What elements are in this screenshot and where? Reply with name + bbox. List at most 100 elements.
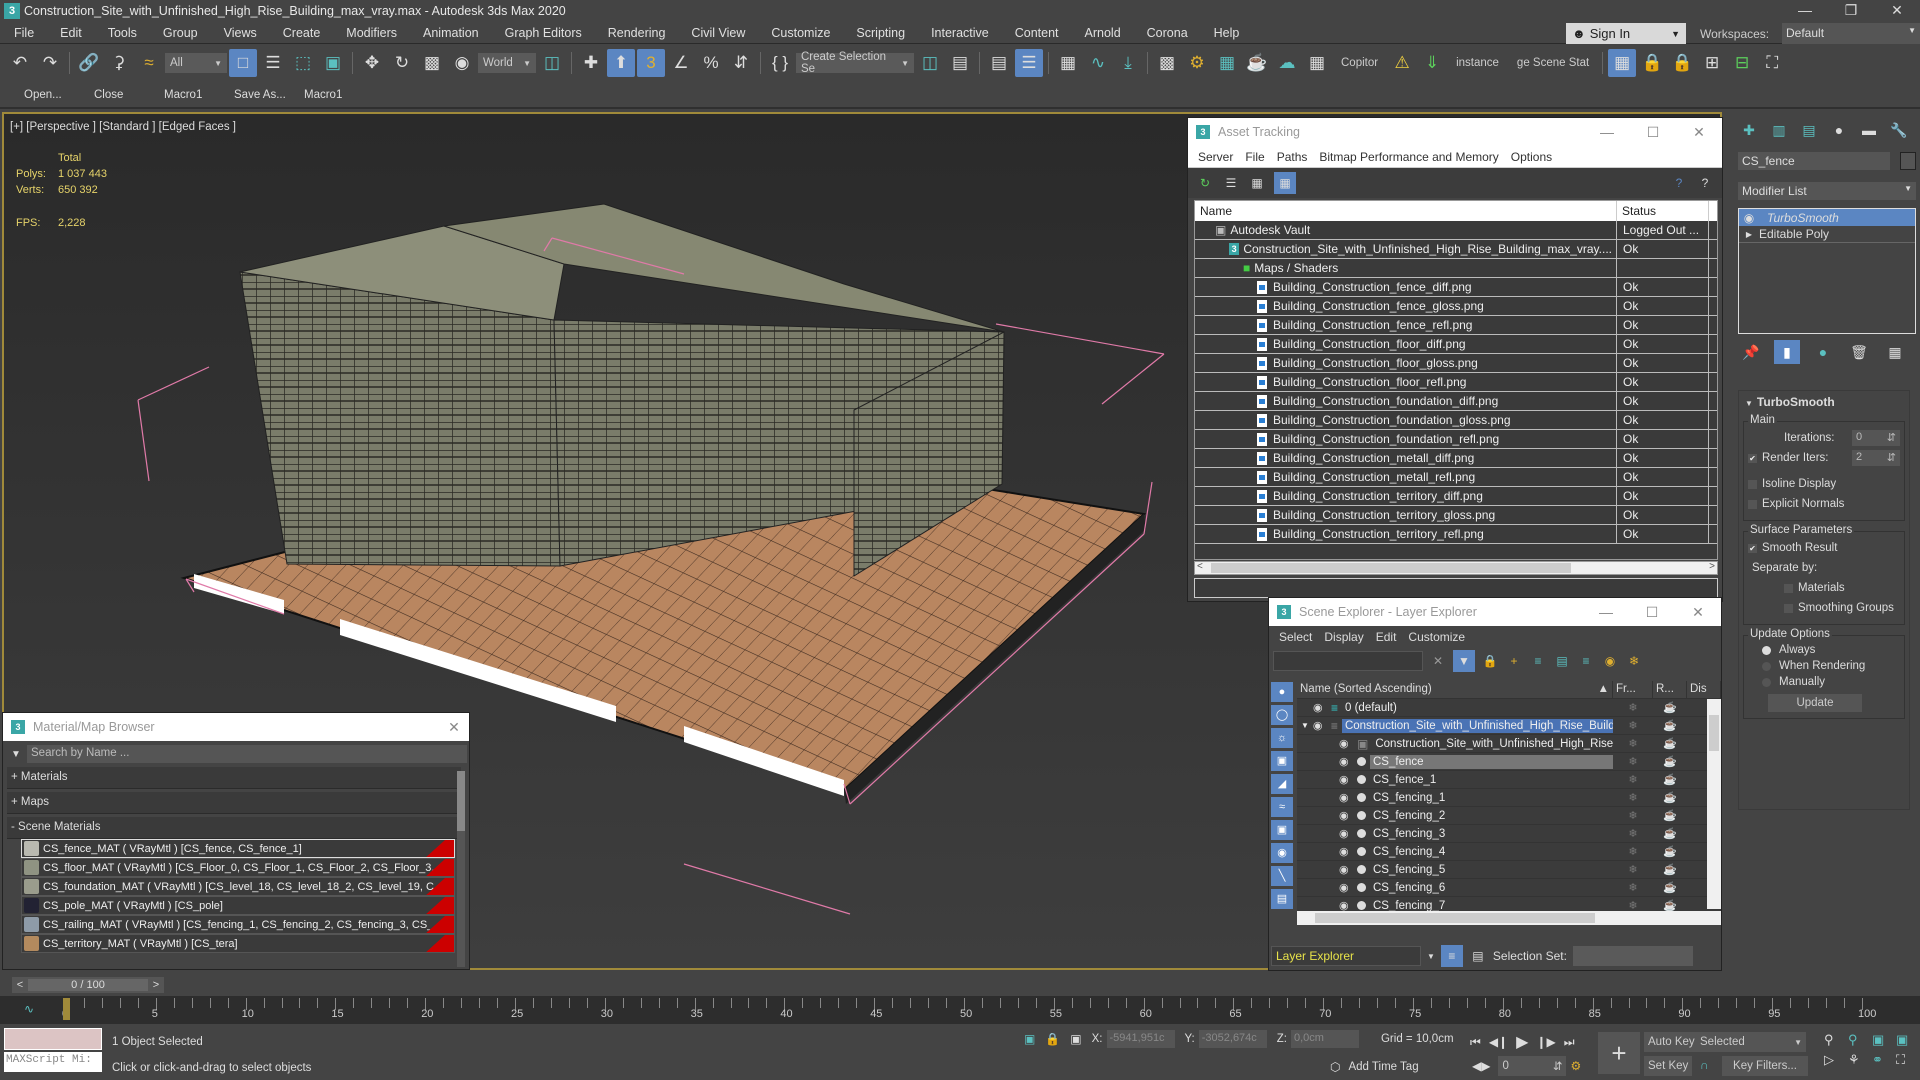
search-options-icon[interactable]: ▼	[5, 749, 27, 760]
workspace-select[interactable]: Default ▼	[1782, 23, 1920, 44]
current-frame-spinner[interactable]: 0 ⇵	[1498, 1056, 1567, 1076]
walk-through-icon[interactable]: ⚘	[1848, 1052, 1870, 1068]
visibility-eye-icon[interactable]: ◉	[1339, 755, 1353, 768]
toggle-ribbon-icon[interactable]: ▦	[1054, 49, 1082, 77]
macro-button[interactable]: Open...	[24, 89, 94, 101]
layer-explorer-icon[interactable]: ☰	[1015, 49, 1043, 77]
link-icon[interactable]: 🔗	[75, 49, 103, 77]
scene-tree-row[interactable]: ◉ CS_fencing_2 ❄ ☕	[1297, 807, 1721, 825]
material-item[interactable]: CS_territory_MAT ( VRayMtl ) [CS_tera]	[21, 934, 455, 953]
menu-corona[interactable]: Corona	[1133, 26, 1200, 40]
material-item[interactable]: CS_pole_MAT ( VRayMtl ) [CS_pole]	[21, 896, 455, 915]
scene-menu-select[interactable]: Select	[1273, 630, 1318, 644]
when-rendering-radio[interactable]	[1762, 661, 1771, 671]
display-bones-icon[interactable]: ╲	[1271, 866, 1293, 886]
material-editor-icon[interactable]: ▩	[1153, 49, 1181, 77]
column-name[interactable]: Name (Sorted Ascending) ▲	[1297, 681, 1613, 698]
visibility-eye-icon[interactable]: ◉	[1339, 809, 1353, 822]
modifier-list-select[interactable]: Modifier List ▼	[1738, 182, 1916, 200]
isoline-display-checkbox[interactable]	[1748, 479, 1757, 489]
visibility-eye-icon[interactable]: ◉	[1339, 737, 1353, 750]
asset-row[interactable]: Building_Construction_floor_diff.png Ok	[1195, 335, 1717, 354]
angle-snap-icon[interactable]: ∠	[667, 49, 695, 77]
scene-tree-row[interactable]: ▼ ◉ ≡ Construction_Site_with_Unfinished_Hig…	[1297, 717, 1721, 735]
hide-layer-icon[interactable]: ◉	[1601, 652, 1619, 670]
remove-modifier-icon[interactable]: 🗑	[1846, 340, 1872, 364]
previous-frame-icon[interactable]: <	[12, 979, 28, 991]
close-icon[interactable]: ✕	[439, 719, 469, 736]
redo-icon[interactable]: ↷	[36, 49, 64, 77]
zoom-extents-icon[interactable]: ▣	[1872, 1032, 1894, 1048]
scene-tree-horizontal-scrollbar[interactable]	[1297, 911, 1721, 925]
scene-tree-row[interactable]: ◉ ≡ 0 (default) ❄ ☕	[1297, 699, 1721, 717]
named-selection-select[interactable]: Create Selection Se ▼	[796, 51, 914, 75]
next-frame-icon[interactable]: >	[148, 979, 164, 991]
edit-named-selection-icon[interactable]: { }	[766, 49, 794, 77]
go-to-start-icon[interactable]: ⏮	[1466, 1035, 1485, 1050]
manually-radio[interactable]	[1762, 677, 1771, 687]
update-button[interactable]: Update	[1768, 694, 1862, 712]
list-view-icon[interactable]: ☰	[1222, 174, 1240, 192]
rotate-icon[interactable]: ↻	[388, 49, 416, 77]
z-coordinate-field[interactable]: 0,0cm	[1290, 1030, 1359, 1048]
asset-row[interactable]: ■ Maps / Shaders	[1195, 259, 1717, 278]
asset-menu-bitmap-performance-and-memory[interactable]: Bitmap Performance and Memory	[1313, 150, 1504, 164]
menu-content[interactable]: Content	[1001, 26, 1071, 40]
freeze-toggle-icon[interactable]: ❄	[1613, 845, 1653, 858]
material-browser-scrollbar[interactable]	[457, 771, 465, 967]
explicit-normals-checkbox[interactable]	[1748, 499, 1757, 509]
renderable-teapot-icon[interactable]: ☕	[1653, 773, 1687, 786]
spinner-snap-icon[interactable]: ⇵	[727, 49, 755, 77]
material-section-header[interactable]: - Scene Materials	[7, 817, 461, 839]
asset-row[interactable]: Building_Construction_fence_refl.png Ok	[1195, 316, 1717, 335]
menu-rendering[interactable]: Rendering	[594, 26, 678, 40]
mirror-icon[interactable]: ◫	[916, 49, 944, 77]
placement-icon[interactable]: ◉	[448, 49, 476, 77]
display-containers-icon[interactable]: ▤	[1271, 889, 1293, 909]
menu-tools[interactable]: Tools	[94, 26, 149, 40]
minimize-icon[interactable]: —	[1584, 124, 1630, 141]
close-icon[interactable]: ✕	[1675, 604, 1721, 621]
column-status[interactable]: Status	[1617, 201, 1709, 221]
zoom-extents-all-icon[interactable]: ▣	[1896, 1032, 1918, 1048]
asset-menu-file[interactable]: File	[1239, 150, 1270, 164]
material-item[interactable]: CS_fence_MAT ( VRayMtl ) [CS_fence, CS_f…	[21, 839, 455, 858]
scene-explorer-icon[interactable]: ▤	[985, 49, 1013, 77]
time-configuration-icon[interactable]: ⚙	[1570, 1059, 1581, 1073]
materials-checkbox[interactable]	[1784, 583, 1793, 593]
material-browser-titlebar[interactable]: 3 Material/Map Browser ✕	[3, 713, 469, 741]
asset-path-field[interactable]	[1194, 578, 1718, 598]
display-groups-icon[interactable]: ▣	[1271, 820, 1293, 840]
filter-icon[interactable]: ▼	[1453, 650, 1475, 672]
align-icon[interactable]: ▤	[946, 49, 974, 77]
scene-tree-vertical-scrollbar[interactable]	[1707, 699, 1721, 909]
keyboard-shortcut-override-icon[interactable]: ⬆	[607, 49, 635, 77]
play-icon[interactable]: ▶	[1512, 1032, 1532, 1052]
asset-row[interactable]: Building_Construction_foundation_gloss.p…	[1195, 411, 1717, 430]
table-view-icon[interactable]: ▦	[1274, 172, 1296, 194]
freeze-toggle-icon[interactable]: ❄	[1613, 809, 1653, 822]
rollout-title[interactable]: ▼ TurboSmooth	[1739, 391, 1909, 413]
display-shapes-icon[interactable]: ◯	[1271, 705, 1293, 725]
make-unique-icon[interactable]: ●	[1810, 340, 1836, 364]
asset-row[interactable]: Building_Construction_foundation_diff.pn…	[1195, 392, 1717, 411]
asset-row[interactable]: Building_Construction_fence_diff.png Ok	[1195, 278, 1717, 297]
visibility-eye-icon[interactable]: ◉	[1339, 827, 1353, 840]
absolute-mode-icon[interactable]: ▣	[1070, 1032, 1081, 1046]
material-item[interactable]: CS_railing_MAT ( VRayMtl ) [CS_fencing_1…	[21, 915, 455, 934]
scene-tree-row[interactable]: ◉ CS_fence_1 ❄ ☕	[1297, 771, 1721, 789]
selection-set-select[interactable]	[1572, 946, 1693, 966]
scene-search-input[interactable]	[1273, 651, 1423, 671]
freeze-toggle-icon[interactable]: ❄	[1613, 719, 1653, 732]
minimize-icon[interactable]: —	[1782, 0, 1828, 22]
move-icon[interactable]: ✥	[358, 49, 386, 77]
display-helpers-icon[interactable]: ◢	[1271, 774, 1293, 794]
freeze-toggle-icon[interactable]: ❄	[1613, 827, 1653, 840]
eye-icon[interactable]: ◉	[1739, 211, 1759, 225]
macro-button[interactable]: Save As...	[234, 89, 304, 101]
renderable-teapot-icon[interactable]: ☕	[1653, 755, 1687, 768]
scene-menu-edit[interactable]: Edit	[1370, 630, 1403, 644]
render-iters-checkbox[interactable]: ✔	[1748, 453, 1757, 463]
renderable-teapot-icon[interactable]: ☕	[1653, 881, 1687, 894]
set-key-button[interactable]: Set Key	[1644, 1056, 1693, 1076]
